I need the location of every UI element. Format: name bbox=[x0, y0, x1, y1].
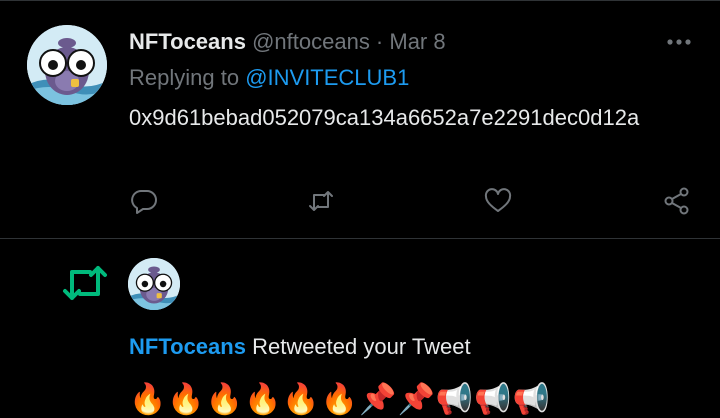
reply-button[interactable] bbox=[129, 186, 159, 216]
more-options-icon[interactable] bbox=[664, 28, 694, 56]
reply-icon bbox=[131, 190, 157, 214]
like-icon bbox=[484, 188, 512, 212]
separator: · bbox=[369, 29, 390, 54]
tweet-divider bbox=[0, 238, 720, 239]
display-name[interactable]: NFToceans bbox=[129, 29, 246, 54]
tweet-text: 0x9d61bebad052079ca134a6652a7e2291dec0d1… bbox=[129, 105, 640, 130]
avatar-image bbox=[27, 25, 107, 105]
avatar[interactable] bbox=[27, 25, 107, 105]
notification-tweet-preview: 🔥🔥🔥🔥🔥🔥📌📌📢📢📢 bbox=[129, 383, 551, 416]
handle[interactable]: @nftoceans bbox=[252, 29, 370, 54]
retweet-button[interactable] bbox=[306, 186, 336, 216]
tweet-card[interactable]: NFToceans @nftoceans · Mar 8 Replying to… bbox=[0, 0, 720, 239]
tweet-date[interactable]: Mar 8 bbox=[389, 29, 445, 54]
replying-to-prefix: Replying to bbox=[129, 65, 246, 90]
share-button[interactable] bbox=[662, 186, 692, 216]
tweet-header: NFToceans @nftoceans · Mar 8 bbox=[129, 28, 446, 56]
notification-text[interactable]: NFToceans Retweeted your Tweet bbox=[129, 333, 471, 361]
retweet-icon bbox=[309, 191, 333, 211]
retweet-notification-icon bbox=[60, 262, 110, 304]
notification-action: Retweeted your Tweet bbox=[252, 334, 471, 359]
avatar-image bbox=[128, 258, 180, 310]
like-button[interactable] bbox=[483, 186, 513, 216]
replying-to-mention[interactable]: @INVITECLUB1 bbox=[245, 65, 409, 90]
notification-avatar[interactable] bbox=[128, 258, 180, 310]
notification-display-name[interactable]: NFToceans bbox=[129, 334, 246, 359]
replying-to: Replying to @INVITECLUB1 bbox=[129, 64, 409, 92]
share-icon bbox=[664, 187, 689, 215]
